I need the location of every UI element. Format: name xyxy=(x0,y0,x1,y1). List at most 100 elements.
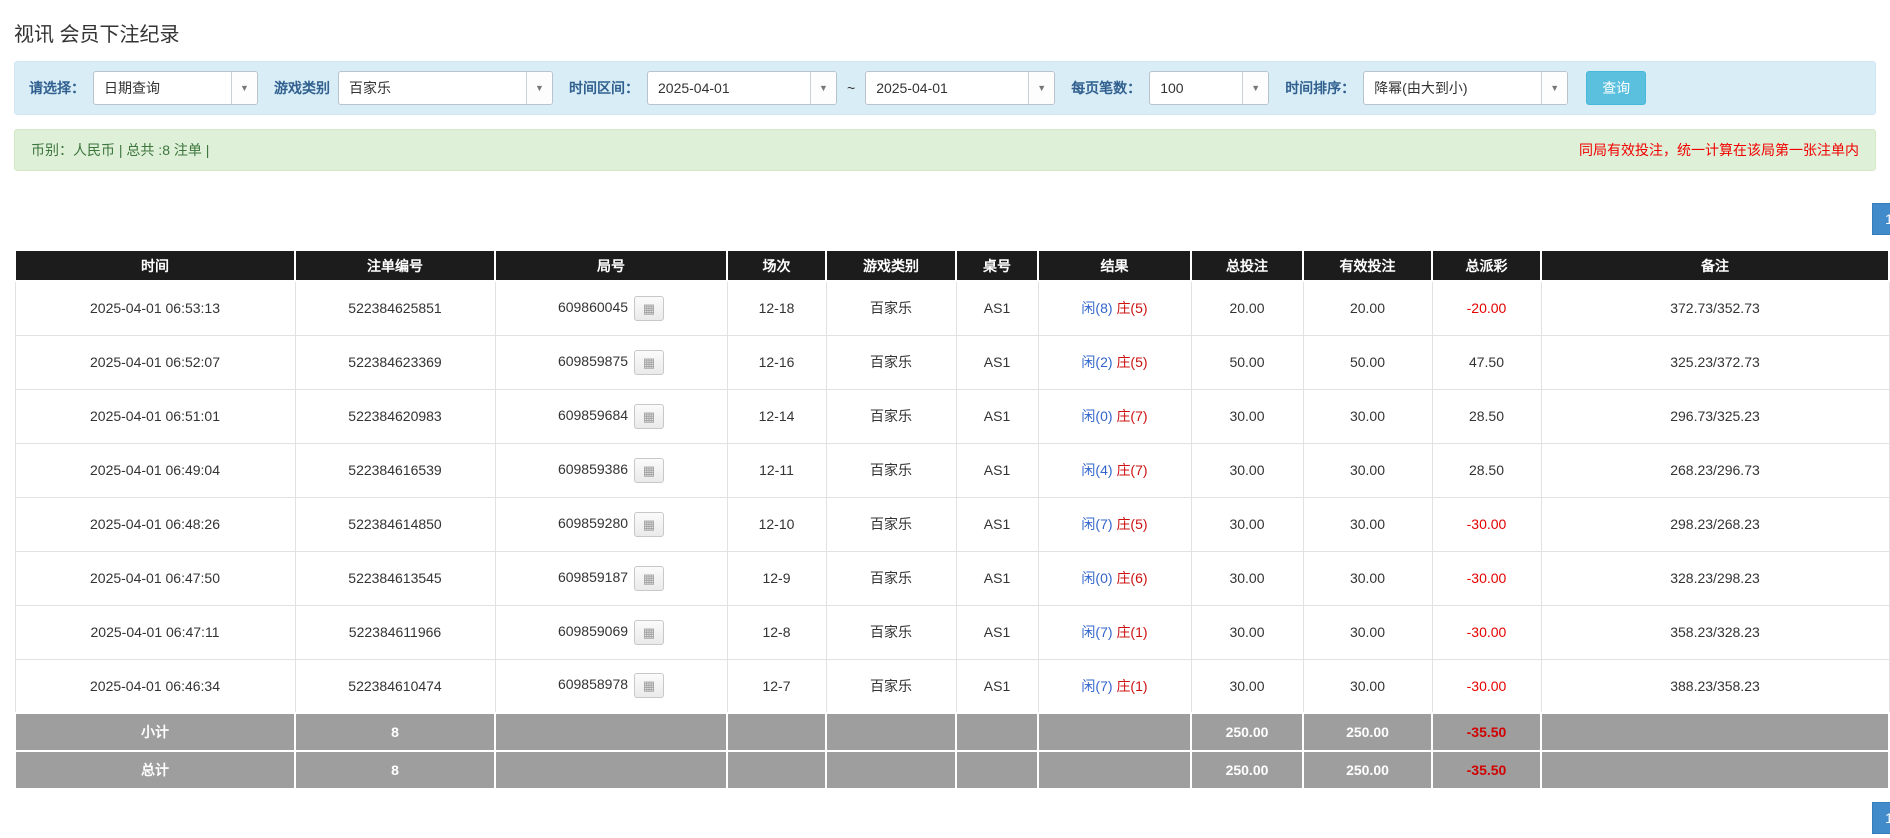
chevron-down-icon[interactable]: ▼ xyxy=(1541,72,1568,104)
page-size-dropdown[interactable]: 100 ▼ xyxy=(1149,71,1270,105)
result-player: 闲(2) xyxy=(1081,354,1113,370)
result-banker: 庄(1) xyxy=(1116,624,1148,640)
round-no-value: 609859069 xyxy=(557,622,629,639)
grand-total-total-bet: 250.00 xyxy=(1190,750,1304,790)
date-range-separator: ~ xyxy=(847,80,856,96)
game-result-grid-icon: ▦ xyxy=(642,354,656,370)
chevron-down-icon[interactable]: ▼ xyxy=(1242,72,1269,104)
query-type-value: 日期查询 xyxy=(104,80,160,96)
query-type-dropdown[interactable]: 日期查询 ▼ xyxy=(93,71,258,105)
cell-time: 2025-04-01 06:46:34 xyxy=(14,658,296,714)
cell-game-type: 百家乐 xyxy=(825,334,957,390)
subtotal-row: 小计 8 250.00 250.00 -35.50 xyxy=(14,712,1890,752)
game-result-grid-icon: ▦ xyxy=(642,678,656,694)
round-no-value: 609859684 xyxy=(557,406,629,423)
cell-result: 闲(8) 庄(5) xyxy=(1037,280,1192,336)
cell-session: 12-16 xyxy=(726,334,827,390)
page-number-button[interactable]: 1 xyxy=(1872,203,1890,235)
chevron-down-icon[interactable]: ▼ xyxy=(810,72,836,104)
cell-result: 闲(7) 庄(5) xyxy=(1037,496,1192,552)
cell-total-bet[interactable]: 50.00 xyxy=(1190,334,1304,390)
cell-result: 闲(7) 庄(1) xyxy=(1037,604,1192,660)
cell-round-no: 609858978 ▦ xyxy=(494,658,728,714)
cell-table-no: AS1 xyxy=(955,442,1039,498)
cell-remark: 328.23/298.23 xyxy=(1540,550,1890,606)
cell-round-no: 609859280 ▦ xyxy=(494,496,728,552)
game-type-dropdown[interactable]: 百家乐 ▼ xyxy=(338,71,553,105)
round-no-value: 609859875 xyxy=(557,352,629,369)
cell-total-bet[interactable]: 30.00 xyxy=(1190,658,1304,714)
cell-payout: -20.00 xyxy=(1431,280,1542,336)
round-detail-button[interactable]: ▦ xyxy=(634,403,665,429)
result-player: 闲(8) xyxy=(1081,300,1113,317)
round-detail-button[interactable]: ▦ xyxy=(634,295,665,321)
cell-valid-bet: 30.00 xyxy=(1302,658,1433,714)
page-size-value: 100 xyxy=(1160,80,1184,96)
cell-total-bet[interactable]: 30.00 xyxy=(1190,550,1304,606)
cell-total-bet[interactable]: 30.00 xyxy=(1190,388,1304,444)
game-result-grid-icon: ▦ xyxy=(642,516,656,532)
sort-order-label: 时间排序： xyxy=(1285,80,1356,96)
date-from-dropdown[interactable]: 2025-04-01 ▼ xyxy=(647,71,837,105)
currency-total-text: 币别：人民币 | 总共 :8 注单 | xyxy=(31,142,210,158)
round-no-value: 609859187 xyxy=(557,568,629,585)
search-button[interactable]: 查询 xyxy=(1586,71,1647,105)
cell-bet-no: 522384613545 xyxy=(294,550,496,606)
cell-time: 2025-04-01 06:52:07 xyxy=(14,334,296,390)
cell-table-no: AS1 xyxy=(955,658,1039,714)
round-detail-button[interactable]: ▦ xyxy=(634,673,665,699)
header-result: 结果 xyxy=(1037,249,1192,282)
chevron-down-icon[interactable]: ▼ xyxy=(231,72,257,104)
chevron-down-icon[interactable]: ▼ xyxy=(526,72,552,104)
cell-payout: -30.00 xyxy=(1431,658,1542,714)
cell-payout: 28.50 xyxy=(1431,442,1542,498)
cell-valid-bet: 30.00 xyxy=(1302,550,1433,606)
cell-table-no: AS1 xyxy=(955,550,1039,606)
round-detail-button[interactable]: ▦ xyxy=(634,565,665,591)
round-detail-button[interactable]: ▦ xyxy=(634,457,665,483)
result-banker: 庄(5) xyxy=(1116,354,1148,370)
result-player: 闲(7) xyxy=(1081,624,1113,640)
cell-result: 闲(0) 庄(7) xyxy=(1037,388,1192,444)
table-row: 2025-04-01 06:46:34 522384610474 6098589… xyxy=(14,658,1890,714)
cell-total-bet[interactable]: 30.00 xyxy=(1190,496,1304,552)
page-size-label: 每页笔数： xyxy=(1071,80,1142,96)
header-round-no: 局号 xyxy=(494,249,728,282)
filter-bar: 请选择： 日期查询 ▼ 游戏类别 百家乐 ▼ 时间区间： 2025-04-01 … xyxy=(14,61,1876,115)
cell-round-no: 609859187 ▦ xyxy=(494,550,728,606)
cell-remark: 372.73/352.73 xyxy=(1540,280,1890,336)
cell-bet-no: 522384625851 xyxy=(294,280,496,336)
result-player: 闲(7) xyxy=(1081,677,1113,694)
cell-bet-no: 522384614850 xyxy=(294,496,496,552)
cell-bet-no: 522384620983 xyxy=(294,388,496,444)
cell-session: 12-8 xyxy=(726,604,827,660)
result-banker: 庄(5) xyxy=(1116,516,1148,532)
round-detail-button[interactable]: ▦ xyxy=(634,619,665,645)
table-row: 2025-04-01 06:49:04 522384616539 6098593… xyxy=(14,442,1890,498)
chevron-down-icon[interactable]: ▼ xyxy=(1028,72,1055,104)
page-number-button[interactable]: 1 xyxy=(1872,802,1890,834)
cell-total-bet[interactable]: 30.00 xyxy=(1190,604,1304,660)
cell-game-type: 百家乐 xyxy=(825,550,957,606)
cell-time: 2025-04-01 06:47:50 xyxy=(14,550,296,606)
game-type-label: 游戏类别 xyxy=(274,80,330,96)
game-type-value: 百家乐 xyxy=(349,80,391,96)
date-to-dropdown[interactable]: 2025-04-01 ▼ xyxy=(865,71,1056,105)
round-detail-button[interactable]: ▦ xyxy=(634,511,665,537)
round-detail-button[interactable]: ▦ xyxy=(634,349,665,375)
cell-game-type: 百家乐 xyxy=(825,604,957,660)
cell-session: 12-14 xyxy=(726,388,827,444)
header-game-type: 游戏类别 xyxy=(825,249,957,282)
cell-payout: -30.00 xyxy=(1431,604,1542,660)
result-banker: 庄(7) xyxy=(1116,462,1148,478)
grand-total-row: 总计 8 250.00 250.00 -35.50 xyxy=(14,750,1890,790)
cell-time: 2025-04-01 06:47:11 xyxy=(14,604,296,660)
sort-order-dropdown[interactable]: 降幂(由大到小) ▼ xyxy=(1363,71,1569,105)
pagination-bottom: 1 xyxy=(0,802,1890,834)
cell-round-no: 609859386 ▦ xyxy=(494,442,728,498)
cell-total-bet[interactable]: 30.00 xyxy=(1190,442,1304,498)
cell-session: 12-9 xyxy=(726,550,827,606)
cell-total-bet[interactable]: 20.00 xyxy=(1190,280,1304,336)
betting-records-table: 时间 注单编号 局号 场次 游戏类别 桌号 结果 总投注 有效投注 总派彩 备注… xyxy=(14,249,1890,790)
cell-payout: -30.00 xyxy=(1431,496,1542,552)
